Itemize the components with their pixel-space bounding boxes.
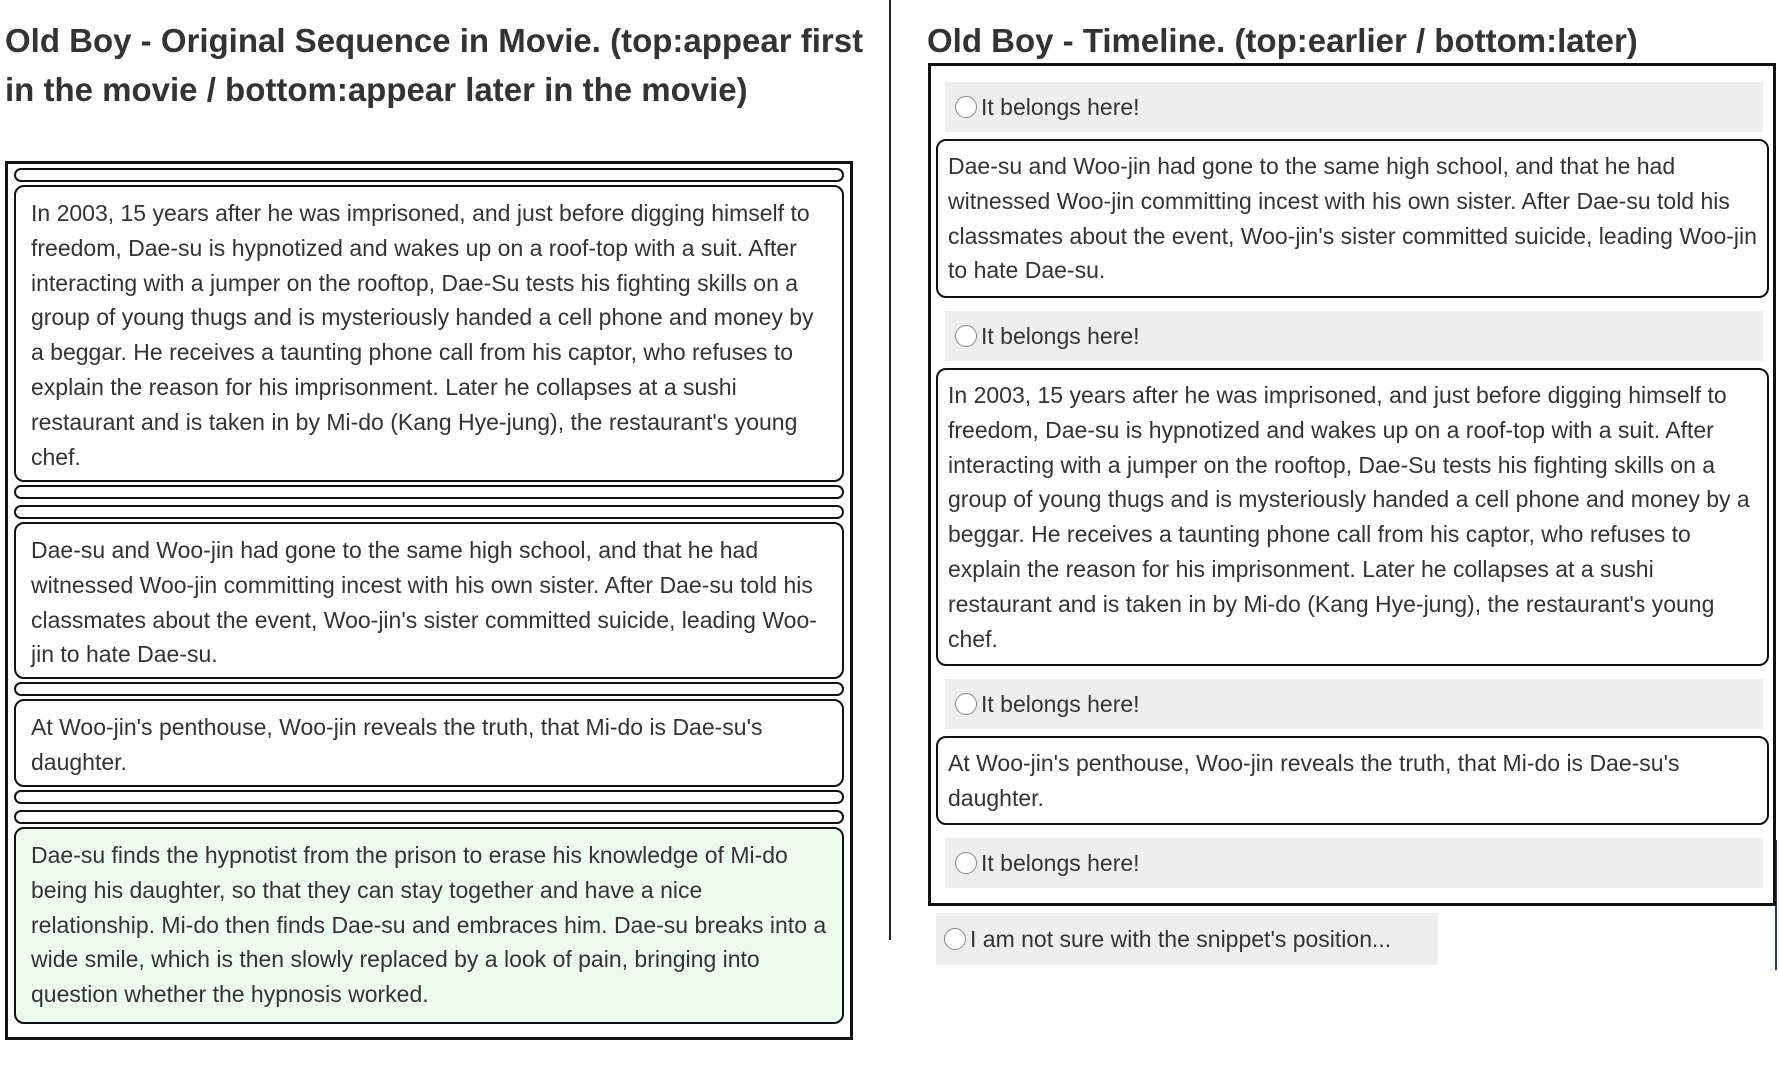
drop-position-label: It belongs here! (981, 849, 1140, 876)
drop-position-option[interactable]: It belongs here! (945, 838, 1763, 888)
drop-position-option[interactable]: It belongs here! (945, 82, 1763, 132)
sequence-drop-slot[interactable] (14, 505, 844, 519)
radio-button[interactable] (944, 928, 966, 950)
sequence-snippet-card[interactable]: In 2003, 15 years after he was imprisone… (14, 185, 844, 482)
radio-button[interactable] (955, 325, 977, 347)
timeline-heading: Old Boy - Timeline. (top:earlier / botto… (927, 22, 1638, 59)
unsure-option[interactable]: I am not sure with the snippet's positio… (936, 913, 1438, 965)
panel-divider (889, 0, 891, 940)
drop-position-label: It belongs here! (981, 93, 1140, 120)
sequence-snippet-card[interactable]: Dae-su and Woo-jin had gone to the same … (14, 522, 844, 679)
drop-position-option[interactable]: It belongs here! (945, 311, 1763, 361)
sequence-snippet-card[interactable]: At Woo-jin's penthouse, Woo-jin reveals … (14, 699, 844, 787)
sequence-drop-slot[interactable] (14, 790, 844, 804)
radio-button[interactable] (955, 96, 977, 118)
timeline-list: It belongs here! Dae-su and Woo-jin had … (928, 63, 1776, 906)
sequence-drop-slot[interactable] (14, 682, 844, 696)
sequence-list: In 2003, 15 years after he was imprisone… (5, 161, 853, 1040)
radio-button[interactable] (955, 693, 977, 715)
timeline-snippet-card[interactable]: Dae-su and Woo-jin had gone to the same … (936, 139, 1769, 298)
sequence-snippet-card-selected[interactable]: Dae-su finds the hypnotist from the pris… (14, 827, 844, 1024)
radio-button[interactable] (955, 852, 977, 874)
timeline-snippet-card[interactable]: In 2003, 15 years after he was imprisone… (936, 368, 1769, 666)
sequence-heading: Old Boy - Original Sequence in Movie. (t… (5, 22, 864, 108)
unsure-label: I am not sure with the snippet's positio… (970, 925, 1392, 952)
timeline-snippet-card[interactable]: At Woo-jin's penthouse, Woo-jin reveals … (936, 736, 1769, 825)
drop-position-option[interactable]: It belongs here! (945, 679, 1763, 729)
drop-position-label: It belongs here! (981, 690, 1140, 717)
sequence-drop-slot[interactable] (14, 168, 844, 182)
drop-position-label: It belongs here! (981, 322, 1140, 349)
sequence-drop-slot[interactable] (14, 810, 844, 824)
sequence-drop-slot[interactable] (14, 485, 844, 499)
